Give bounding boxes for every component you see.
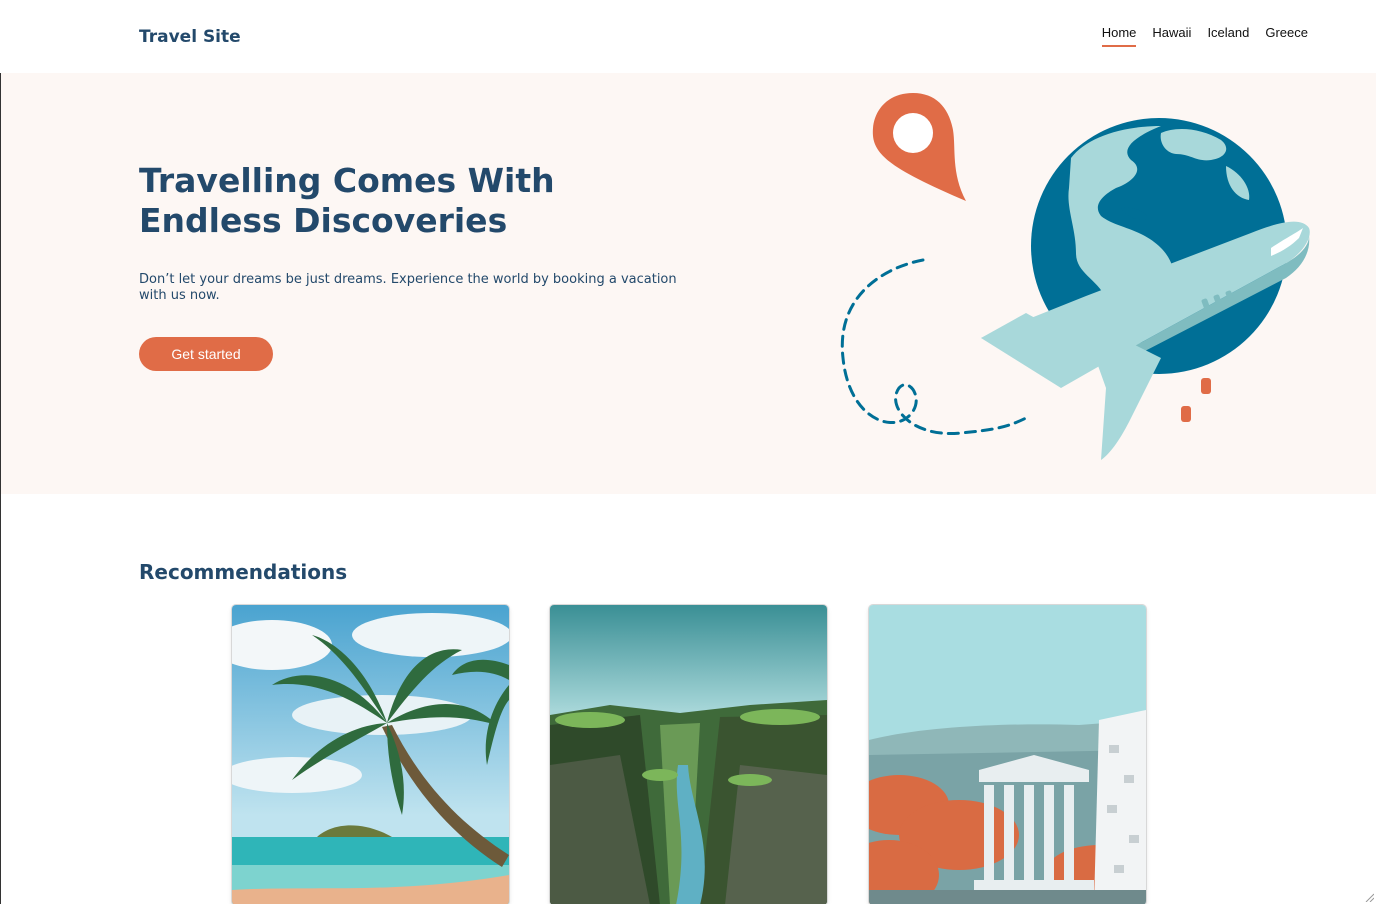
map-pin-icon (872, 93, 966, 201)
palm-beach-photo (232, 605, 509, 904)
recommendation-card-hawaii[interactable] (232, 605, 509, 904)
hero-section: Travelling Comes With Endless Discoverie… (1, 73, 1376, 494)
hero-title: Travelling Comes With Endless Discoverie… (139, 161, 555, 240)
recommendations-heading: Recommendations (139, 560, 348, 584)
resize-grip-icon[interactable] (1364, 892, 1374, 902)
site-header: Travel Site Home Hawaii Iceland Greece (0, 0, 1376, 73)
get-started-button[interactable]: Get started (139, 337, 273, 371)
recommendation-card-iceland[interactable] (550, 605, 827, 904)
nav-iceland[interactable]: Iceland (1207, 25, 1249, 47)
main-nav: Home Hawaii Iceland Greece (1101, 25, 1308, 47)
green-canyon-photo (550, 605, 827, 904)
hero-description: Don’t let your dreams be just dreams. Ex… (139, 272, 677, 303)
globe-plane-pin-illustration (840, 93, 1310, 460)
recommendation-card-greece[interactable] (869, 605, 1146, 904)
nav-home[interactable]: Home (1101, 25, 1137, 47)
site-logo[interactable]: Travel Site (139, 27, 241, 47)
greek-temple-photo (869, 605, 1146, 904)
nav-hawaii[interactable]: Hawaii (1152, 25, 1191, 47)
nav-greece[interactable]: Greece (1265, 25, 1308, 47)
